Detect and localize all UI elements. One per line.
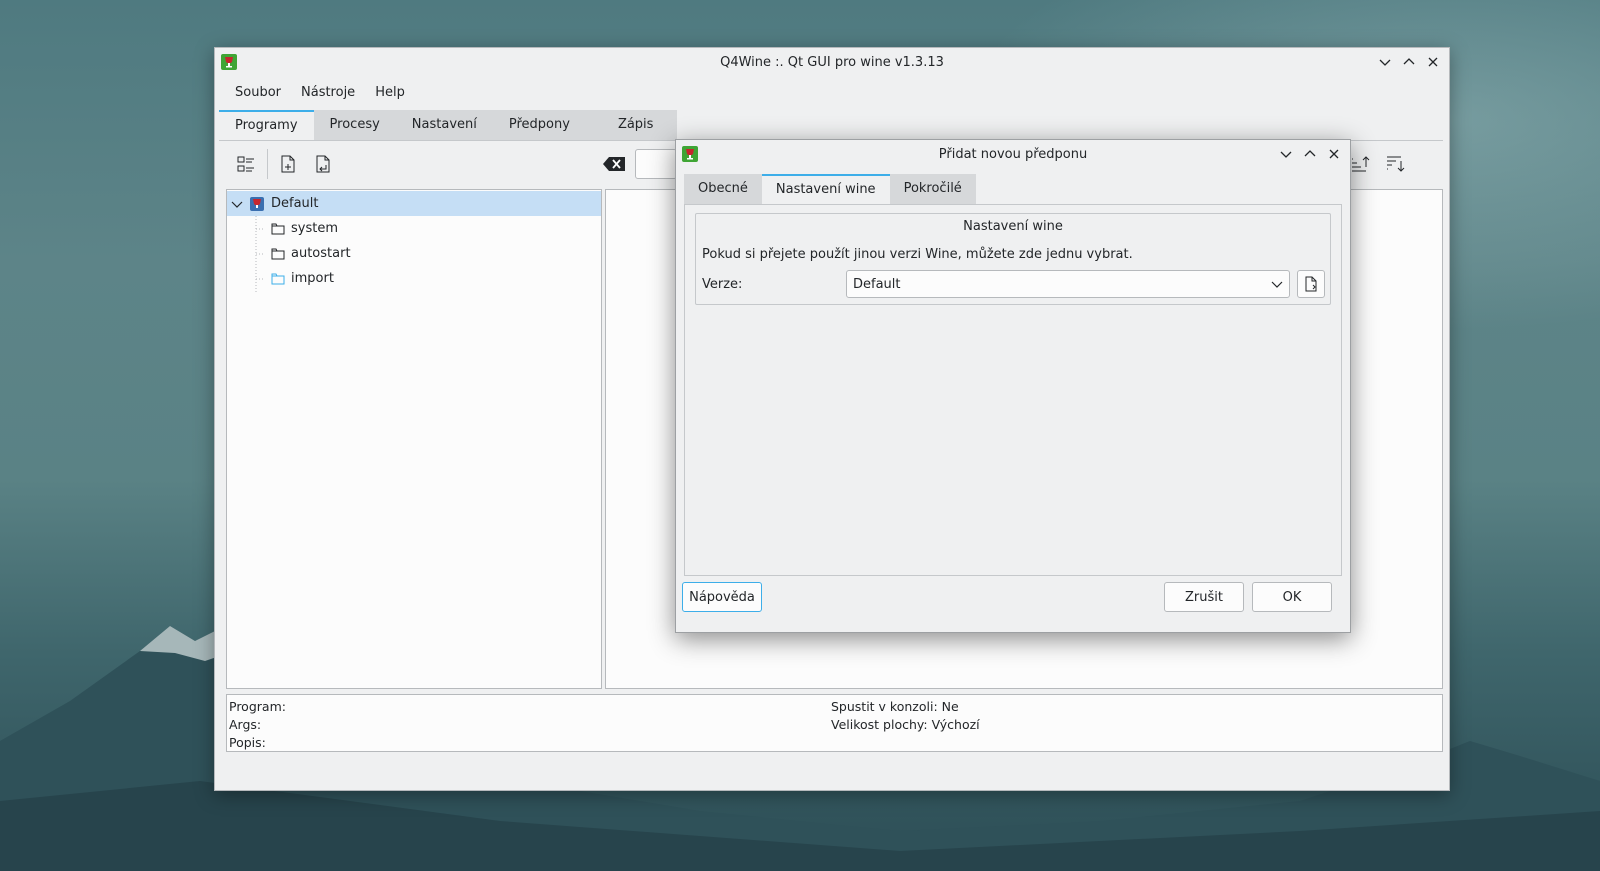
help-button[interactable]: Nápověda [682,582,762,612]
document-properties-icon [1305,276,1317,292]
view-mode-button[interactable] [233,151,259,177]
tab-obecne[interactable]: Obecné [684,174,762,204]
new-file-button[interactable] [275,151,301,177]
document-import-icon [316,155,330,173]
ok-button[interactable]: OK [1252,582,1332,612]
group-description: Pokud si přejete použít jinou verzi Wine… [702,247,1133,262]
chevron-down-icon [1379,59,1391,66]
tree-item-label: import [291,271,334,286]
menu-nastroje[interactable]: Nástroje [291,85,365,100]
info-desktop-label: Velikost plochy: Výchozí [831,717,980,732]
chevron-up-icon [1403,58,1415,65]
tab-zapis[interactable]: Zápis [602,110,678,140]
version-select[interactable]: Default [846,270,1290,298]
chevron-up-icon [1304,150,1316,157]
version-label: Verze: [702,277,743,292]
backspace-icon [603,157,625,171]
chevron-down-icon[interactable] [231,198,243,210]
minimize-button[interactable] [1377,54,1393,70]
tab-predpony[interactable]: Předpony [493,110,602,140]
main-tab-bar: Programy Procesy Nastavení Předpony Zápi… [219,110,678,140]
main-titlebar[interactable]: Q4Wine :. Qt GUI pro wine v1.3.13 [215,48,1449,78]
main-window-title: Q4Wine :. Qt GUI pro wine v1.3.13 [720,55,944,70]
group-title: Nastavení wine [963,219,1063,234]
tab-pokrocile[interactable]: Pokročilé [890,174,976,204]
list-view-icon [237,156,254,172]
sort-ascending-icon [1352,156,1370,172]
sort-descending-button[interactable] [1382,151,1408,177]
tab-procesy[interactable]: Procesy [314,110,396,140]
menubar: Soubor Nástroje Help [215,78,1449,106]
clear-search-button[interactable] [601,151,627,177]
document-new-icon [281,155,295,173]
info-popis-label: Popis: [229,735,266,750]
tab-programy[interactable]: Programy [219,110,314,140]
add-prefix-dialog: Přidat novou předponu Obecné Nastavení w… [675,139,1351,633]
tree-item-label: system [291,221,338,236]
import-file-button[interactable] [310,151,336,177]
version-select-value: Default [853,276,901,292]
tab-nastaveni-wine[interactable]: Nastavení wine [761,174,890,204]
dialog-title: Přidat novou předponu [938,147,1088,162]
info-args-label: Args: [229,717,262,732]
dialog-titlebar[interactable]: Přidat novou předponu [676,140,1350,170]
close-button[interactable] [1425,54,1441,70]
tree-guide-lines [255,216,265,292]
close-icon [1329,149,1339,159]
search-input[interactable] [635,149,677,179]
toolbar-separator [267,149,268,179]
chevron-down-icon [1271,281,1283,288]
tree-item-label: Default [271,196,319,211]
info-program-label: Program: [229,699,286,714]
dialog-minimize-button[interactable] [1278,146,1294,162]
tree-item-label: autostart [291,246,351,261]
wine-settings-page: Nastavení wine Pokud si přejete použít j… [684,204,1342,576]
dialog-maximize-button[interactable] [1302,146,1318,162]
info-console-label: Spustit v konzoli: Ne [831,699,959,714]
cancel-button[interactable]: Zrušit [1164,582,1244,612]
version-config-button[interactable] [1297,270,1325,298]
close-icon [1428,57,1438,67]
menu-help[interactable]: Help [365,85,415,100]
dialog-close-button[interactable] [1326,146,1342,162]
menu-soubor[interactable]: Soubor [225,85,291,100]
wine-settings-group: Nastavení wine Pokud si přejete použít j… [695,213,1331,305]
tab-nastaveni[interactable]: Nastavení [396,110,493,140]
maximize-button[interactable] [1401,54,1417,70]
prefix-tree: Default system autostart import [226,189,602,689]
sort-descending-icon [1387,156,1405,172]
chevron-down-icon [1280,151,1292,158]
program-info-panel: Program: Args: Popis: Spustit v konzoli:… [226,694,1443,752]
dialog-tab-bar: Obecné Nastavení wine Pokročilé [684,174,976,204]
